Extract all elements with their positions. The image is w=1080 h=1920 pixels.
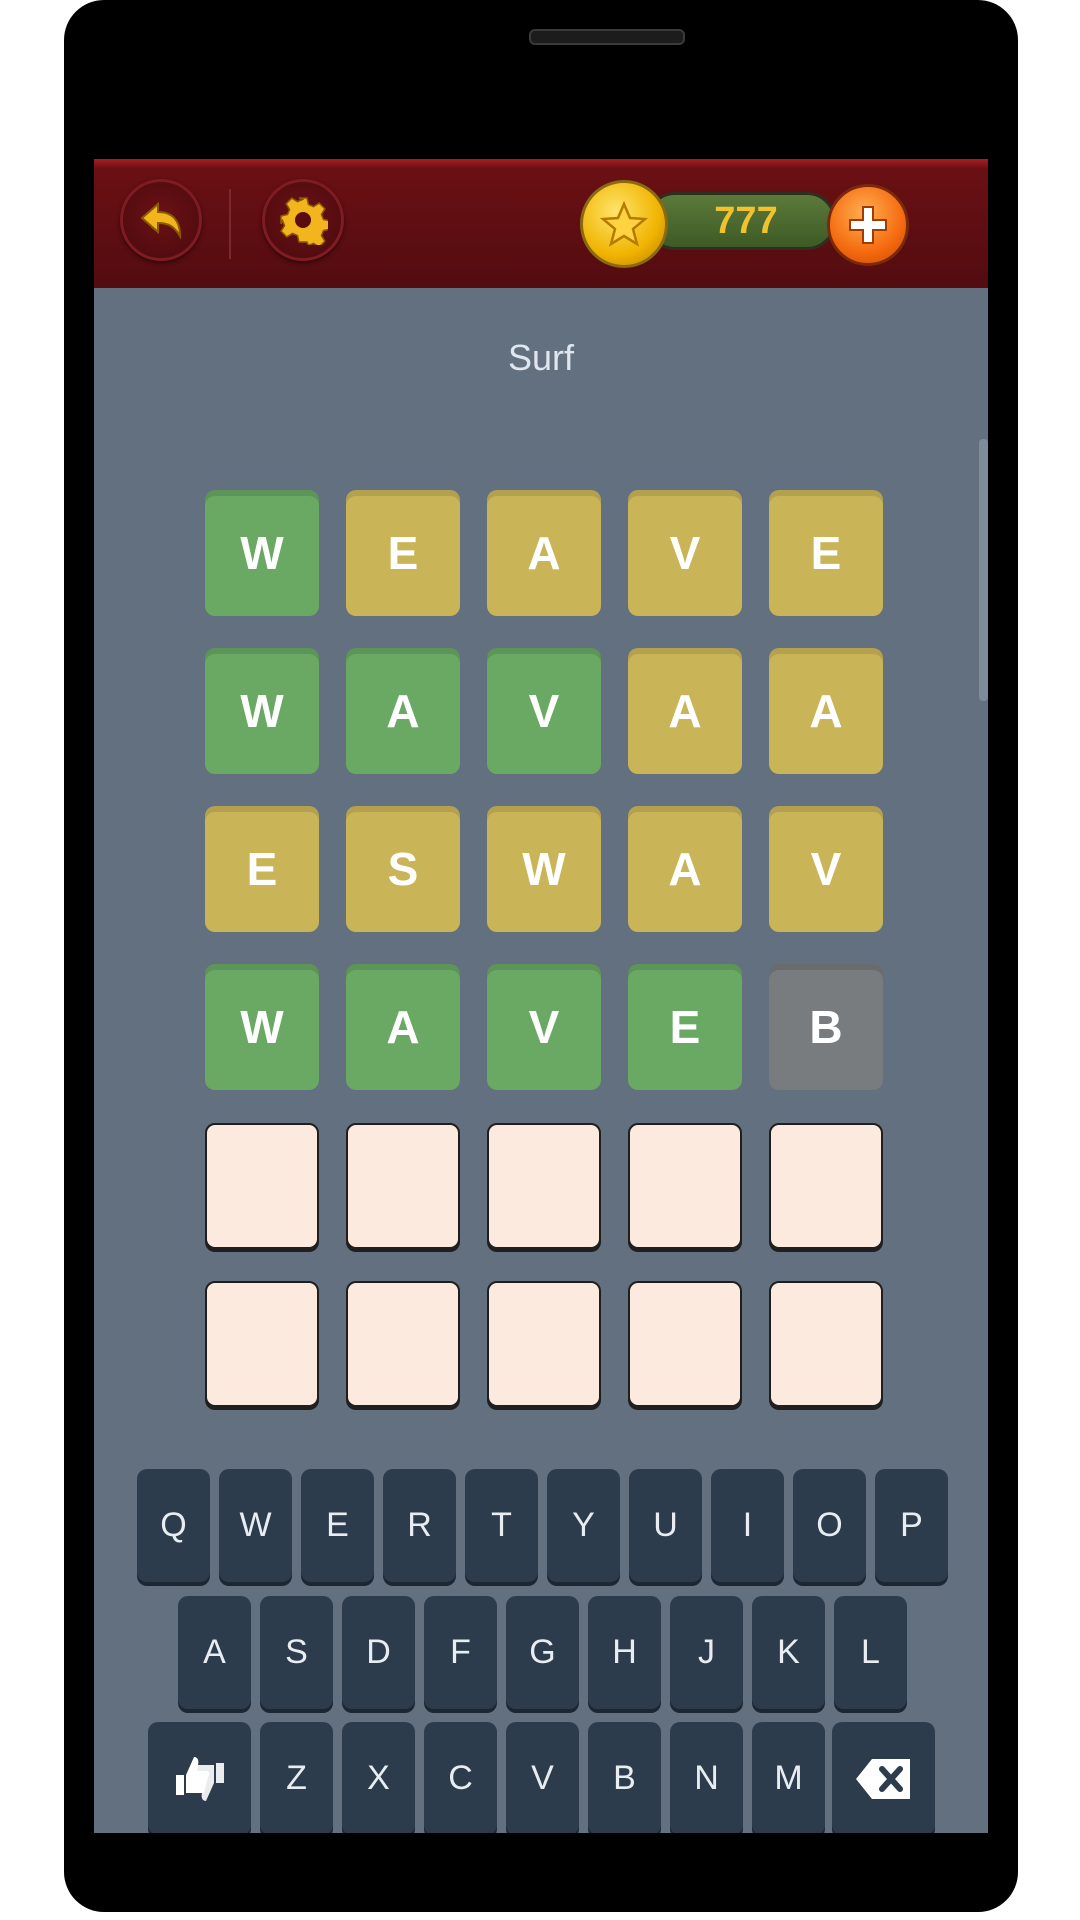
- key-x[interactable]: X: [342, 1722, 415, 1833]
- letter-tile: W: [205, 490, 319, 616]
- top-bar: 777: [94, 159, 988, 288]
- letter-tile: S: [346, 806, 460, 932]
- letter-tile: A: [628, 806, 742, 932]
- letter-tile: B: [769, 964, 883, 1090]
- letter-tile: A: [628, 648, 742, 774]
- letter-tile: [205, 1281, 319, 1407]
- thumbs-up-down-icon: [175, 1756, 224, 1801]
- key-s[interactable]: S: [260, 1596, 333, 1709]
- key-j[interactable]: J: [670, 1596, 743, 1709]
- letter-tile: E: [205, 806, 319, 932]
- letter-tile: [628, 1123, 742, 1249]
- letter-tile: E: [769, 490, 883, 616]
- gear-icon: [280, 197, 328, 245]
- key-t[interactable]: T: [465, 1469, 538, 1582]
- back-button[interactable]: [120, 179, 202, 261]
- add-coins-button[interactable]: [827, 184, 909, 266]
- key-y[interactable]: Y: [547, 1469, 620, 1582]
- letter-tile: [346, 1281, 460, 1407]
- key-k[interactable]: K: [752, 1596, 825, 1709]
- key-l[interactable]: L: [834, 1596, 907, 1709]
- key-g[interactable]: G: [506, 1596, 579, 1709]
- coin-count: 777: [714, 199, 778, 242]
- coin-counter: 777: [646, 192, 836, 250]
- key-d[interactable]: D: [342, 1596, 415, 1709]
- key-u[interactable]: U: [629, 1469, 702, 1582]
- game-screen: 777 Surf WEAVEWAVAAESWAVWAVEB QWERTYUIOP…: [94, 159, 988, 1833]
- key-v[interactable]: V: [506, 1722, 579, 1833]
- settings-button[interactable]: [262, 179, 344, 261]
- letter-tile: A: [346, 648, 460, 774]
- speaker-grille: [529, 29, 685, 45]
- backspace-button[interactable]: [832, 1722, 935, 1833]
- letter-tile: [346, 1123, 460, 1249]
- suggest-button[interactable]: [148, 1722, 251, 1833]
- backspace-icon: [855, 1758, 910, 1799]
- plus-icon: [849, 206, 887, 244]
- key-q[interactable]: Q: [137, 1469, 210, 1582]
- letter-tile: W: [205, 964, 319, 1090]
- key-e[interactable]: E: [301, 1469, 374, 1582]
- letter-tile: [205, 1123, 319, 1249]
- key-b[interactable]: B: [588, 1722, 661, 1833]
- letter-tile: A: [346, 964, 460, 1090]
- key-m[interactable]: M: [752, 1722, 825, 1833]
- letter-tile: V: [487, 648, 601, 774]
- letter-tile: V: [487, 964, 601, 1090]
- letter-tile: A: [487, 490, 601, 616]
- key-w[interactable]: W: [219, 1469, 292, 1582]
- key-r[interactable]: R: [383, 1469, 456, 1582]
- key-n[interactable]: N: [670, 1722, 743, 1833]
- scrollbar[interactable]: [979, 439, 988, 701]
- letter-tile: A: [769, 648, 883, 774]
- letter-tile: E: [628, 964, 742, 1090]
- letter-tile: E: [346, 490, 460, 616]
- key-i[interactable]: I: [711, 1469, 784, 1582]
- key-p[interactable]: P: [875, 1469, 948, 1582]
- key-z[interactable]: Z: [260, 1722, 333, 1833]
- letter-tile: [769, 1123, 883, 1249]
- back-arrow-icon: [140, 201, 182, 240]
- letter-tile: V: [769, 806, 883, 932]
- key-c[interactable]: C: [424, 1722, 497, 1833]
- letter-tile: V: [628, 490, 742, 616]
- star-coin-icon: [580, 180, 668, 268]
- letter-tile: [628, 1281, 742, 1407]
- letter-tile: [487, 1123, 601, 1249]
- letter-tile: W: [205, 648, 319, 774]
- key-o[interactable]: O: [793, 1469, 866, 1582]
- letter-tile: [487, 1281, 601, 1407]
- header-divider: [229, 189, 231, 259]
- letter-tile: W: [487, 806, 601, 932]
- key-f[interactable]: F: [424, 1596, 497, 1709]
- letter-tile: [769, 1281, 883, 1407]
- word-hint: Surf: [507, 337, 575, 378]
- key-a[interactable]: A: [178, 1596, 251, 1709]
- key-h[interactable]: H: [588, 1596, 661, 1709]
